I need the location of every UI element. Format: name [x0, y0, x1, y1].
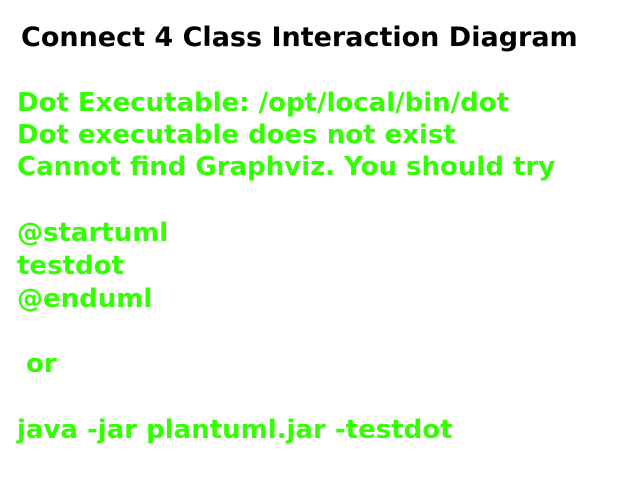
- text-or: or: [17, 349, 57, 379]
- diagram-canvas: Connect 4 Class Interaction Diagram Dot …: [0, 0, 628, 486]
- code-line-testdot: testdot: [17, 251, 124, 281]
- code-line-enduml: @enduml: [17, 284, 153, 314]
- error-line-cannot-find: Cannot find Graphviz. You should try: [17, 152, 556, 182]
- diagram-title: Connect 4 Class Interaction Diagram: [21, 22, 578, 53]
- code-line-startuml: @startuml: [17, 218, 169, 248]
- command-line: java -jar plantuml.jar -testdot: [17, 415, 453, 445]
- error-line-not-exist: Dot executable does not exist: [17, 120, 456, 150]
- error-line-dot-executable: Dot Executable: /opt/local/bin/dot: [17, 88, 510, 118]
